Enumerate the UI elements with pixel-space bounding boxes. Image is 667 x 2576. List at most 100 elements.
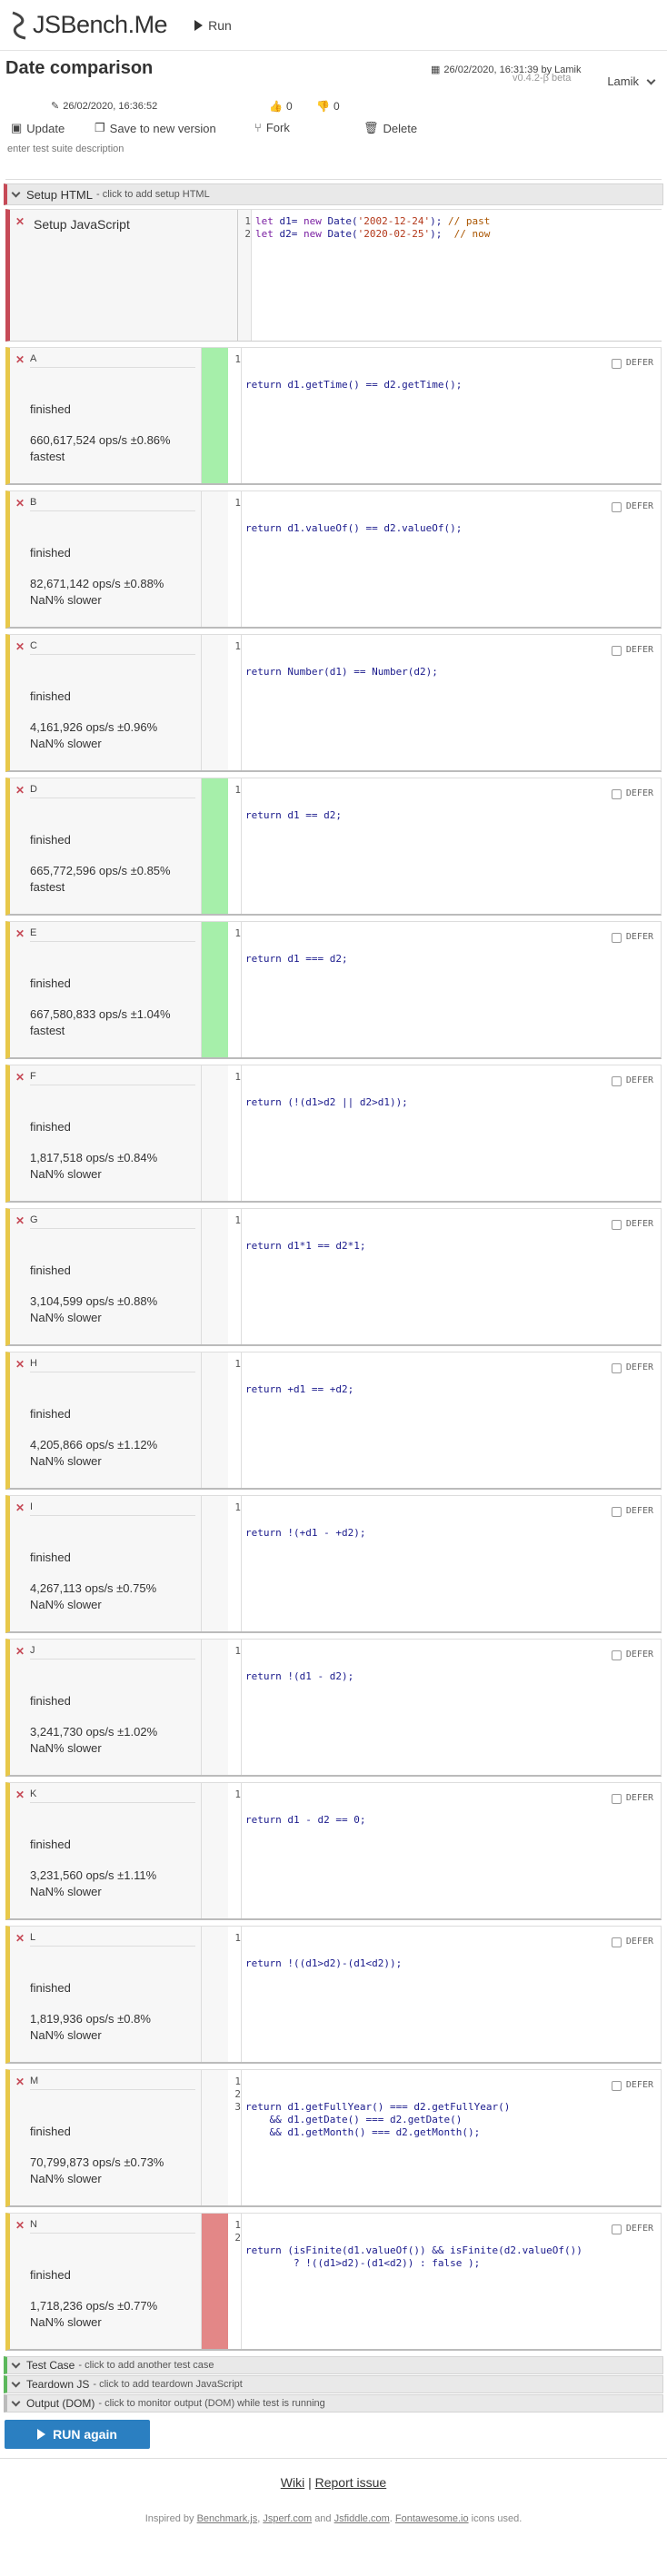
- close-icon[interactable]: ✕: [15, 1358, 25, 1371]
- defer-toggle[interactable]: DEFER: [611, 1936, 653, 1948]
- test-case-name[interactable]: D: [30, 784, 195, 798]
- benchmark-link[interactable]: Benchmark.js: [197, 2513, 258, 2524]
- defer-toggle[interactable]: DEFER: [611, 1218, 653, 1231]
- test-case-name[interactable]: M: [30, 2076, 195, 2090]
- defer-checkbox[interactable]: [611, 645, 622, 656]
- like-button[interactable]: 👍 0: [269, 100, 293, 113]
- test-case-name[interactable]: G: [30, 1214, 195, 1229]
- close-icon[interactable]: ✕: [15, 497, 25, 510]
- defer-toggle[interactable]: DEFER: [611, 788, 653, 800]
- defer-toggle[interactable]: DEFER: [611, 931, 653, 944]
- test-case-name[interactable]: L: [30, 1932, 195, 1947]
- defer-checkbox[interactable]: [611, 1075, 622, 1086]
- close-icon[interactable]: ✕: [15, 2219, 25, 2232]
- test-case-name[interactable]: C: [30, 640, 195, 655]
- close-icon[interactable]: ✕: [15, 1645, 25, 1658]
- defer-checkbox[interactable]: [611, 1362, 622, 1373]
- test-code-editor[interactable]: return d1.getTime() == d2.getTime(); DEF…: [241, 348, 661, 483]
- close-icon[interactable]: ✕: [15, 1214, 25, 1227]
- test-code-editor[interactable]: return !((d1>d2)-(d1<d2)); DEFER: [241, 1927, 661, 2062]
- wiki-link[interactable]: Wiki: [281, 2475, 304, 2490]
- test-code-editor[interactable]: return d1 == d2; DEFER: [241, 778, 661, 914]
- test-case-name[interactable]: B: [30, 497, 195, 511]
- test-code-editor[interactable]: return !(+d1 - +d2); DEFER: [241, 1496, 661, 1631]
- defer-checkbox[interactable]: [611, 1219, 622, 1230]
- report-issue-link[interactable]: Report issue: [315, 2475, 387, 2490]
- test-code-editor[interactable]: return d1 - d2 == 0; DEFER: [241, 1783, 661, 1918]
- close-icon[interactable]: ✕: [15, 2076, 25, 2088]
- defer-checkbox[interactable]: [611, 1506, 622, 1517]
- result-indicator: [202, 1496, 228, 1631]
- line-numbers: 1: [228, 778, 241, 914]
- description-field[interactable]: enter test suite description: [5, 133, 662, 180]
- test-ops: 4,205,866 ops/s ±1.12%: [30, 1438, 158, 1451]
- defer-toggle[interactable]: DEFER: [611, 1792, 653, 1805]
- line-number: 1: [234, 1501, 241, 1513]
- jsfiddle-link[interactable]: Jsfiddle.com: [334, 2513, 390, 2524]
- thumbs-up-icon: 👍: [269, 100, 283, 113]
- output-bar[interactable]: Output (DOM) - click to monitor output (…: [4, 2394, 663, 2413]
- defer-checkbox[interactable]: [611, 932, 622, 943]
- setup-js-editor[interactable]: let d1= new Date('2002-12-24'); // past …: [251, 210, 662, 341]
- close-icon[interactable]: ✕: [15, 353, 25, 366]
- chevron-down-icon: [11, 2359, 21, 2368]
- defer-checkbox[interactable]: [611, 1650, 622, 1660]
- jsperf-link[interactable]: Jsperf.com: [263, 2513, 312, 2524]
- and-text: and: [314, 2513, 332, 2524]
- test-code-editor[interactable]: return d1 === d2; DEFER: [241, 922, 661, 1057]
- defer-checkbox[interactable]: [611, 501, 622, 512]
- run-again-button[interactable]: RUN again: [5, 2420, 150, 2449]
- defer-toggle[interactable]: DEFER: [611, 1075, 653, 1087]
- code-line: && d1.getMonth() === d2.getMonth();: [245, 2126, 481, 2138]
- defer-toggle[interactable]: DEFER: [611, 1649, 653, 1661]
- close-icon[interactable]: ✕: [15, 1501, 25, 1514]
- test-status: finished: [30, 1407, 71, 1421]
- test-case-name[interactable]: J: [30, 1645, 195, 1660]
- close-icon[interactable]: ✕: [15, 1932, 25, 1945]
- fontawesome-link[interactable]: Fontawesome.io: [395, 2513, 469, 2524]
- defer-toggle[interactable]: DEFER: [611, 500, 653, 513]
- defer-toggle[interactable]: DEFER: [611, 644, 653, 657]
- defer-checkbox[interactable]: [611, 358, 622, 369]
- logo[interactable]: JSBench.Me: [9, 9, 168, 42]
- test-case-bar[interactable]: Test Case - click to add another test ca…: [4, 2356, 663, 2374]
- defer-checkbox[interactable]: [611, 1793, 622, 1804]
- test-code-editor[interactable]: return Number(d1) == Number(d2); DEFER: [241, 635, 661, 770]
- test-case-name[interactable]: A: [30, 353, 195, 368]
- defer-checkbox[interactable]: [611, 2080, 622, 2091]
- setup-html-bar[interactable]: Setup HTML - click to add setup HTML: [4, 183, 663, 205]
- test-case-name[interactable]: K: [30, 1788, 195, 1803]
- close-icon[interactable]: ✕: [15, 927, 25, 940]
- test-case-name[interactable]: N: [30, 2219, 195, 2234]
- test-code-editor[interactable]: return d1*1 == d2*1; DEFER: [241, 1209, 661, 1344]
- defer-toggle[interactable]: DEFER: [611, 2079, 653, 2092]
- test-case-name[interactable]: F: [30, 1071, 195, 1085]
- defer-toggle[interactable]: DEFER: [611, 357, 653, 370]
- test-code-editor[interactable]: return d1.getFullYear() === d2.getFullYe…: [241, 2070, 661, 2205]
- defer-toggle[interactable]: DEFER: [611, 1362, 653, 1374]
- close-icon[interactable]: ✕: [15, 784, 25, 797]
- code-line: return (isFinite(d1.valueOf()) && isFini…: [245, 2244, 582, 2256]
- test-code-editor[interactable]: return !(d1 - d2); DEFER: [241, 1640, 661, 1775]
- user-menu[interactable]: Lamik: [607, 74, 656, 88]
- defer-toggle[interactable]: DEFER: [611, 2223, 653, 2235]
- test-case-name[interactable]: I: [30, 1501, 195, 1516]
- test-code-editor[interactable]: return (isFinite(d1.valueOf()) && isFini…: [241, 2214, 661, 2349]
- teardown-bar[interactable]: Teardown JS - click to add teardown Java…: [4, 2375, 663, 2393]
- close-icon[interactable]: ✕: [15, 640, 25, 653]
- close-icon[interactable]: ✕: [15, 1071, 25, 1084]
- test-code-editor[interactable]: return (!(d1>d2 || d2>d1)); DEFER: [241, 1065, 661, 1201]
- close-icon[interactable]: ✕: [15, 1788, 25, 1801]
- defer-toggle[interactable]: DEFER: [611, 1505, 653, 1518]
- dislike-button[interactable]: 👎 0: [316, 100, 340, 113]
- defer-checkbox[interactable]: [611, 2224, 622, 2234]
- run-button[interactable]: Run: [194, 18, 232, 33]
- test-case-name[interactable]: H: [30, 1358, 195, 1372]
- test-ops: 3,104,599 ops/s ±0.88%: [30, 1294, 158, 1308]
- close-icon[interactable]: ✕: [15, 215, 25, 228]
- test-case-name[interactable]: E: [30, 927, 195, 942]
- defer-checkbox[interactable]: [611, 788, 622, 799]
- defer-checkbox[interactable]: [611, 1937, 622, 1947]
- test-code-editor[interactable]: return +d1 == +d2; DEFER: [241, 1352, 661, 1488]
- test-code-editor[interactable]: return d1.valueOf() == d2.valueOf(); DEF…: [241, 491, 661, 627]
